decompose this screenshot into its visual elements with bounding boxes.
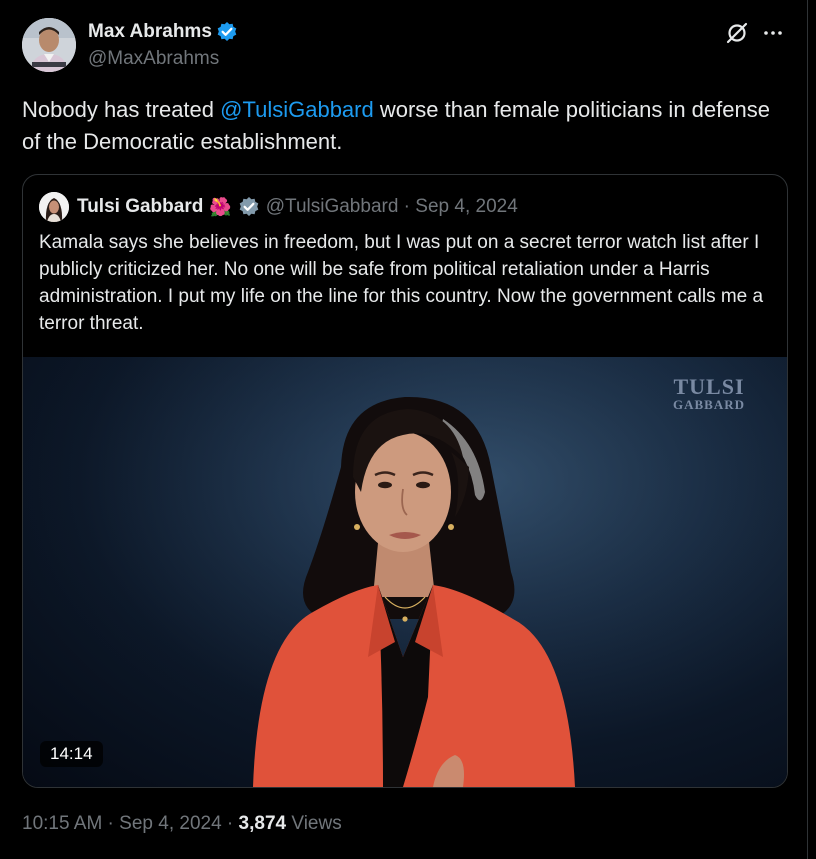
quoted-separator: · bbox=[398, 196, 416, 217]
tweet-metadata: 10:15 AM · Sep 4, 2024 · 3,874 Views bbox=[22, 813, 342, 835]
quoted-author-avatar[interactable] bbox=[39, 192, 69, 222]
tweet-date[interactable]: Sep 4, 2024 bbox=[119, 813, 221, 834]
watermark-line1: TULSI bbox=[673, 374, 745, 399]
meta-separator-2: · bbox=[221, 813, 239, 834]
grok-icon[interactable] bbox=[725, 21, 749, 45]
author-handle[interactable]: @MaxAbrahms bbox=[88, 48, 219, 70]
video-player[interactable]: TULSI GABBARD 14:14 bbox=[23, 357, 787, 787]
author-display-name[interactable]: Max Abrahms bbox=[88, 21, 212, 43]
quoted-author-handle: @TulsiGabbard · Sep 4, 2024 bbox=[266, 196, 518, 218]
quoted-tweet-header: Tulsi Gabbard 🌺 @TulsiGabbard · Sep 4, 2… bbox=[39, 192, 518, 222]
author-avatar[interactable] bbox=[22, 18, 76, 72]
mention-link[interactable]: @TulsiGabbard bbox=[220, 97, 374, 122]
views-count[interactable]: 3,874 bbox=[239, 813, 287, 834]
video-watermark: TULSI GABBARD bbox=[673, 374, 746, 412]
quoted-tweet-text: Kamala says she believes in freedom, but… bbox=[39, 232, 764, 334]
flower-emoji: 🌺 bbox=[209, 196, 232, 217]
tweet-time[interactable]: 10:15 AM bbox=[22, 813, 102, 834]
video-duration-badge: 14:14 bbox=[40, 741, 103, 767]
quoted-handle-text[interactable]: @TulsiGabbard bbox=[266, 196, 399, 217]
meta-separator: · bbox=[102, 813, 120, 834]
quoted-author-avatar-image bbox=[39, 192, 69, 222]
more-dots-icon[interactable] bbox=[762, 24, 784, 42]
tweet-text: Nobody has treated @TulsiGabbard worse t… bbox=[22, 94, 782, 158]
column-border bbox=[807, 0, 808, 859]
watermark-line2: GABBARD bbox=[673, 397, 746, 412]
author-name-row[interactable]: Max Abrahms bbox=[88, 21, 238, 43]
quoted-tweet-card[interactable]: Tulsi Gabbard 🌺 @TulsiGabbard · Sep 4, 2… bbox=[22, 174, 788, 788]
views-label[interactable]: Views bbox=[286, 813, 341, 834]
author-avatar-image bbox=[22, 18, 76, 72]
video-thumbnail bbox=[23, 357, 787, 787]
quoted-author-name[interactable]: Tulsi Gabbard bbox=[77, 196, 203, 218]
tweet-text-before: Nobody has treated bbox=[22, 97, 221, 122]
quoted-date[interactable]: Sep 4, 2024 bbox=[415, 196, 517, 217]
verified-badge-icon[interactable] bbox=[216, 21, 238, 43]
quoted-verified-badge-icon[interactable] bbox=[238, 196, 260, 218]
